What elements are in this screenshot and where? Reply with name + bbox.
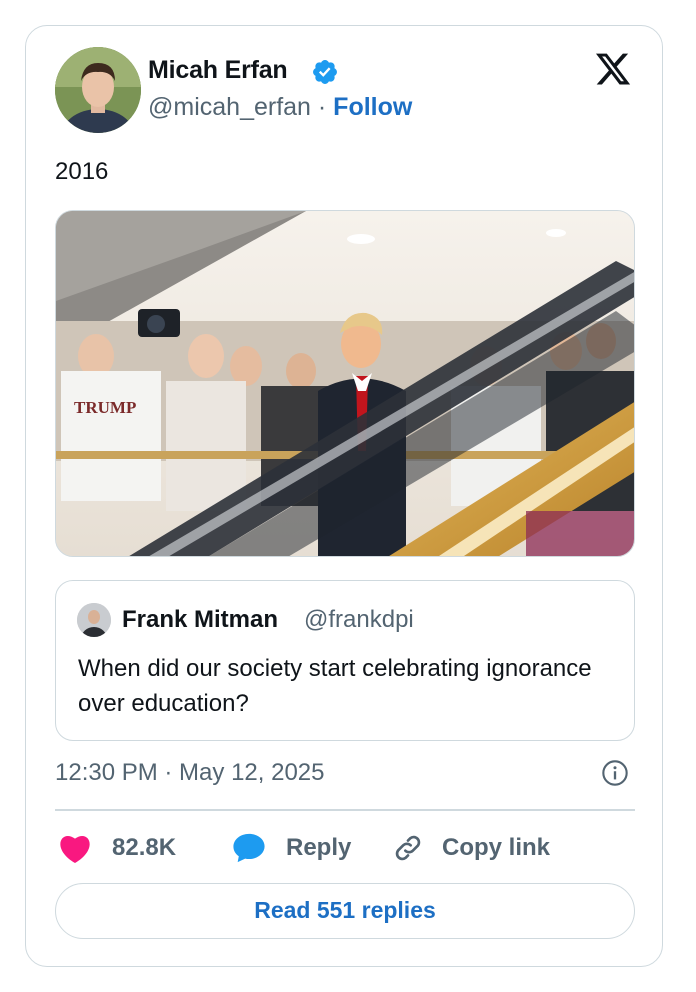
reply-button[interactable]: Reply bbox=[232, 830, 351, 866]
quoted-author-handle: @frankdpi bbox=[304, 606, 414, 633]
author-avatar[interactable] bbox=[55, 47, 141, 133]
shirt-text: TRUMP bbox=[74, 398, 136, 417]
info-icon[interactable] bbox=[601, 759, 629, 787]
quoted-author-name: Frank Mitman bbox=[122, 606, 279, 633]
post-photo[interactable]: TRUMP bbox=[55, 210, 635, 557]
handle-separator: · bbox=[310, 93, 334, 121]
x-logo-icon[interactable] bbox=[593, 50, 633, 88]
speech-bubble-icon bbox=[233, 833, 265, 863]
quoted-post[interactable]: Frank Mitman @frankdpi When did our soci… bbox=[55, 580, 635, 741]
author-handle[interactable]: @micah_erfan bbox=[148, 93, 311, 121]
link-icon bbox=[395, 835, 421, 861]
copy-link-label: Copy link bbox=[442, 834, 551, 861]
quoted-author-avatar bbox=[77, 603, 111, 637]
post-timestamp[interactable]: 12:30 PM · May 12, 2025 bbox=[55, 759, 324, 787]
heart-icon bbox=[60, 836, 90, 864]
reply-label: Reply bbox=[286, 834, 352, 861]
author-handle-row: @micah_erfan · Follow bbox=[148, 93, 412, 122]
author-name[interactable]: Micah Erfan bbox=[148, 56, 288, 85]
like-button[interactable]: 82.8K bbox=[58, 830, 176, 866]
post-text: 2016 bbox=[55, 158, 109, 185]
follow-link[interactable]: Follow bbox=[333, 93, 412, 121]
copy-link-button[interactable]: Copy link bbox=[392, 830, 550, 866]
read-replies-button[interactable]: Read 551 replies bbox=[55, 883, 635, 939]
like-count: 82.8K bbox=[112, 834, 177, 861]
verified-badge-icon bbox=[313, 60, 337, 84]
divider bbox=[55, 809, 635, 811]
quoted-post-text: When did our society start celebrating i… bbox=[78, 655, 592, 717]
embedded-post-card: Micah Erfan @micah_erfan · Follow 2016 T… bbox=[25, 25, 663, 967]
